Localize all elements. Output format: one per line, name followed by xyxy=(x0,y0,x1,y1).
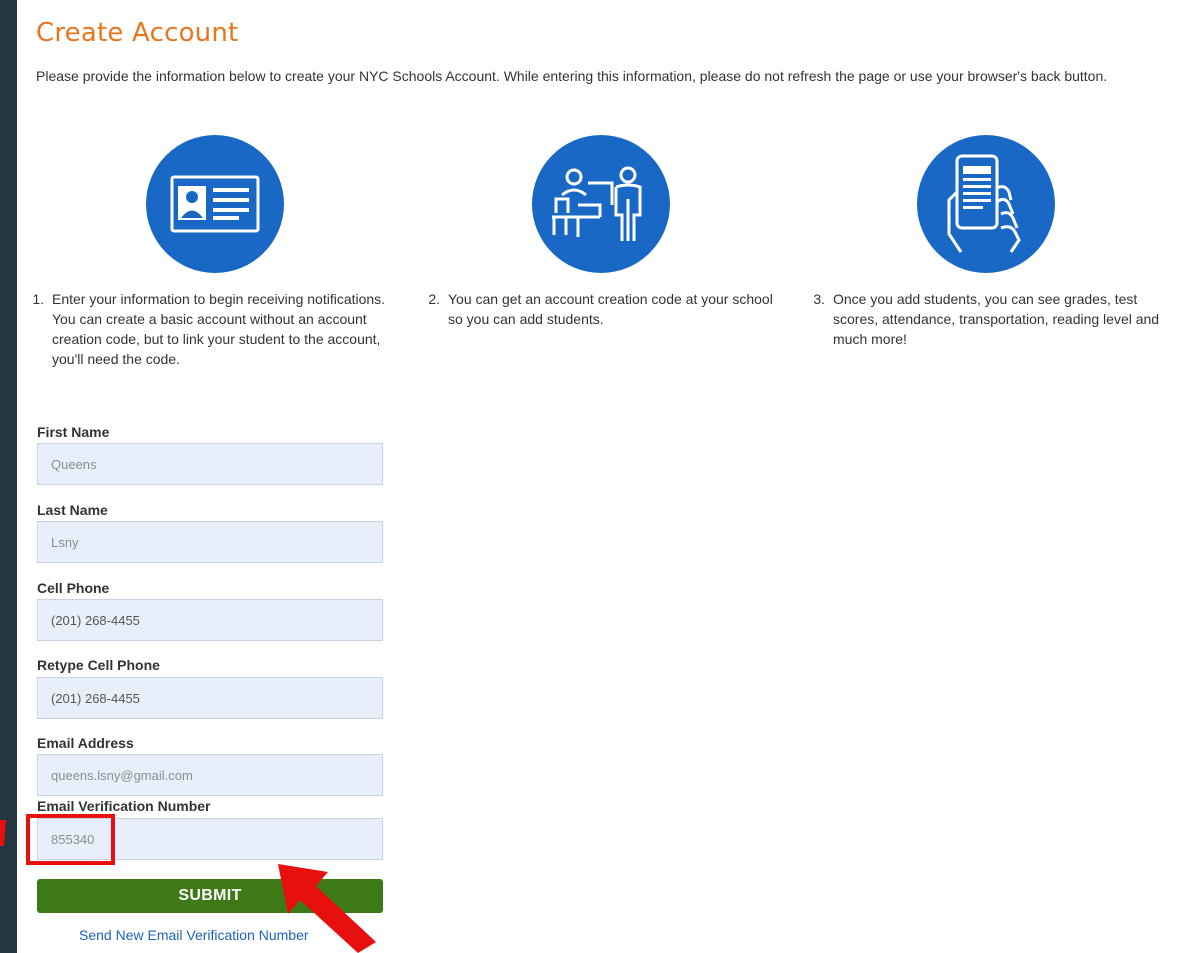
id-card-icon xyxy=(146,135,284,273)
school-desk-icon xyxy=(532,135,670,273)
intro-text: Please provide the information below to … xyxy=(36,68,1108,84)
step-2-text: You can get an account creation code at … xyxy=(448,291,773,327)
step-2: 2. You can get an account creation code … xyxy=(416,289,788,329)
last-name-label: Last Name xyxy=(37,502,108,518)
last-name-input[interactable] xyxy=(37,521,383,563)
create-account-panel: Create Account Please provide the inform… xyxy=(17,0,1191,953)
send-new-verification-link[interactable]: Send New Email Verification Number xyxy=(79,927,309,943)
page-title: Create Account xyxy=(36,18,239,48)
red-arrow-edge-icon xyxy=(0,820,6,846)
first-name-input[interactable] xyxy=(37,443,383,485)
step-1: 1. Enter your information to begin recei… xyxy=(20,289,395,369)
step-3-number: 3. xyxy=(813,291,825,307)
email-address-label: Email Address xyxy=(37,735,134,751)
email-verification-input[interactable] xyxy=(37,818,383,860)
email-verification-label: Email Verification Number xyxy=(37,798,211,814)
retype-cell-phone-label: Retype Cell Phone xyxy=(37,657,160,673)
submit-button[interactable]: SUBMIT xyxy=(37,879,383,913)
step-3: 3. Once you add students, you can see gr… xyxy=(801,289,1173,349)
phone-in-hand-icon xyxy=(917,135,1055,273)
cell-phone-label: Cell Phone xyxy=(37,580,110,596)
retype-cell-phone-input[interactable] xyxy=(37,677,383,719)
step-1-text: Enter your information to begin receivin… xyxy=(52,291,386,367)
step-3-text: Once you add students, you can see grade… xyxy=(833,291,1160,347)
cell-phone-input[interactable] xyxy=(37,599,383,641)
first-name-label: First Name xyxy=(37,424,110,440)
step-2-number: 2. xyxy=(428,291,440,307)
step-1-number: 1. xyxy=(32,291,44,307)
email-address-input[interactable] xyxy=(37,754,383,796)
